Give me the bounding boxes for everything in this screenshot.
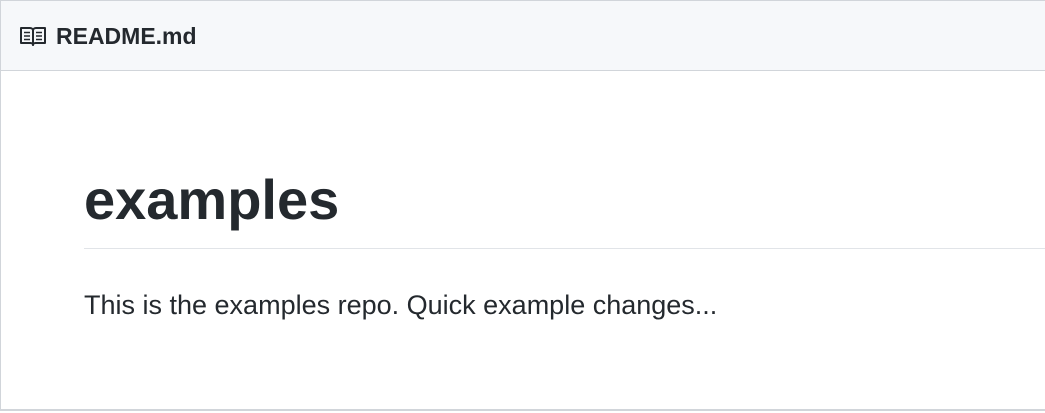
readme-paragraph: This is the examples repo. Quick example… bbox=[84, 290, 718, 320]
book-icon bbox=[19, 25, 47, 47]
readme-panel: README.md examples This is the examples … bbox=[0, 0, 1045, 411]
readme-file-link[interactable]: README.md bbox=[56, 21, 197, 51]
readme-heading: examples bbox=[84, 168, 340, 231]
heading-divider bbox=[84, 248, 1045, 249]
readme-content: examples This is the examples repo. Quic… bbox=[84, 71, 1045, 401]
readme-header: README.md bbox=[1, 1, 1045, 71]
